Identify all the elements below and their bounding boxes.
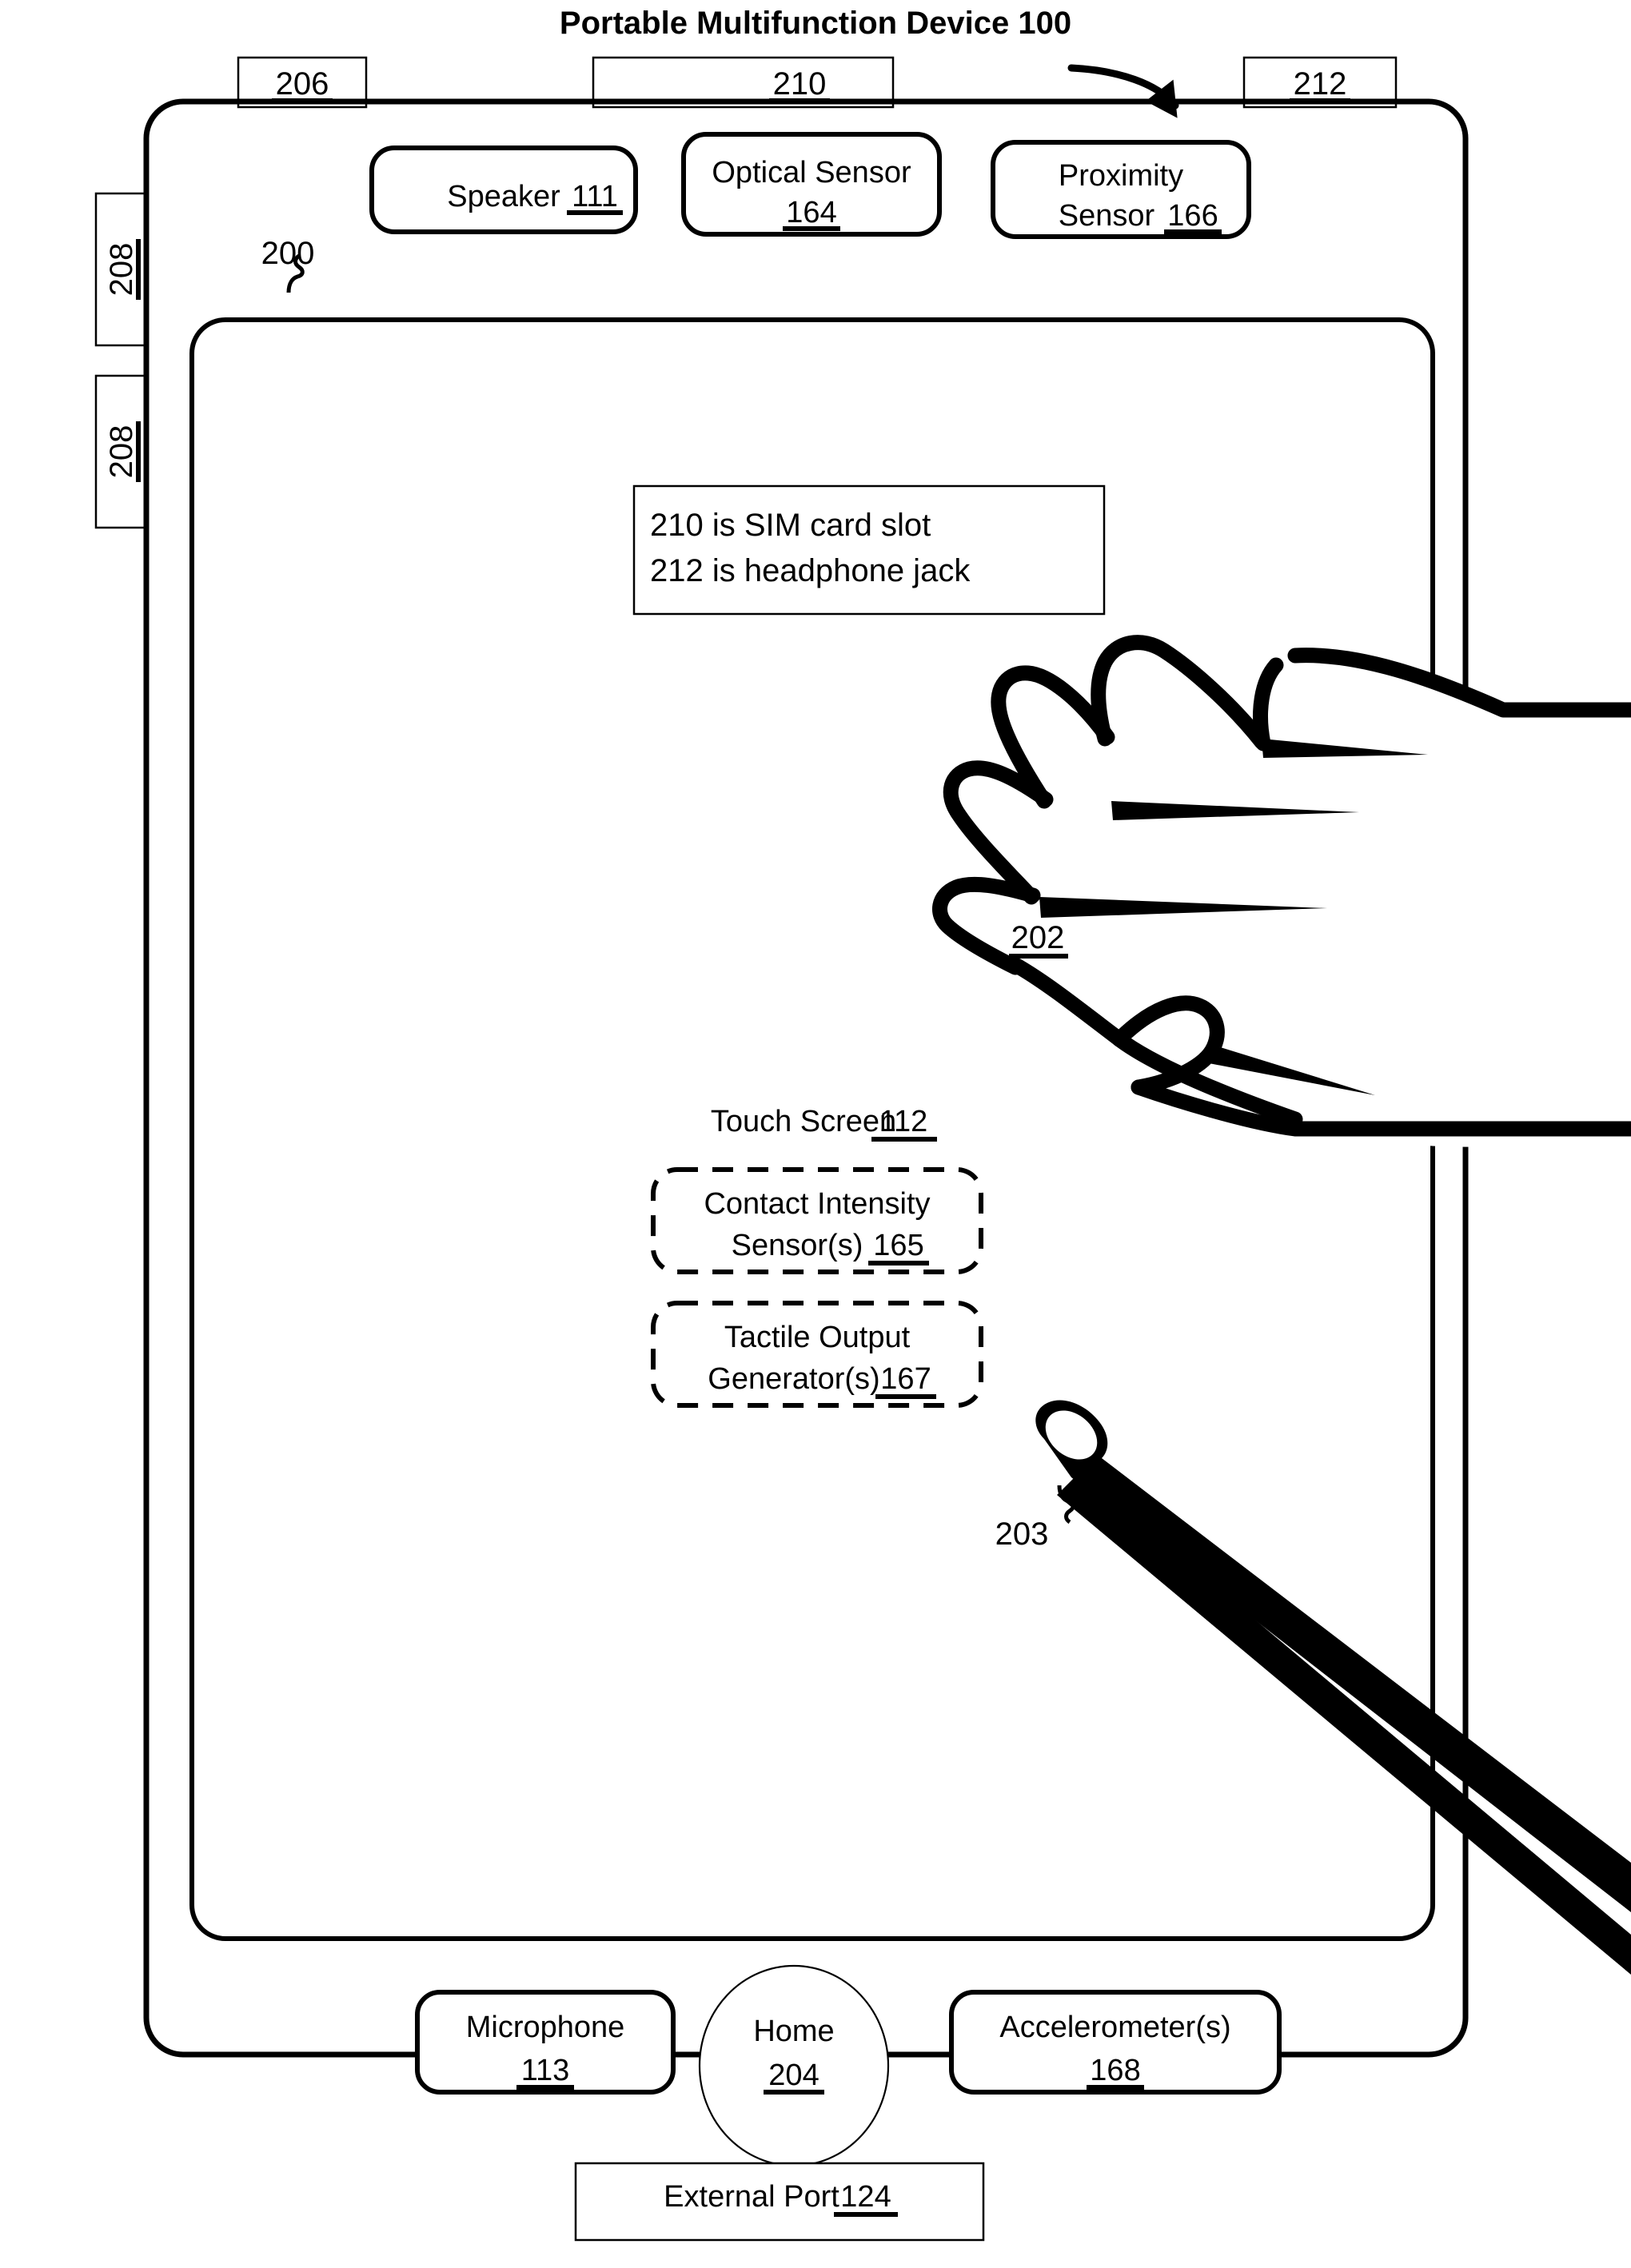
component-microphone-label: Microphone	[466, 2011, 625, 2044]
edge-ref-212-label: 212	[1294, 66, 1347, 102]
touch-screen-label-group: Touch Screen 112	[711, 1105, 937, 1142]
component-microphone[interactable]: Microphone 113	[415, 1990, 676, 2095]
component-microphone-ref: 113	[521, 2054, 570, 2087]
component-speaker-label: Speaker	[447, 180, 560, 213]
module-contact-intensity-sensor[interactable]: Contact Intensity Sensor(s) 165	[651, 1167, 983, 1274]
edge-ref-208-upper: 208	[94, 192, 150, 347]
module-tactile-output-ref: 167	[880, 1362, 931, 1396]
component-speaker-ref: 111	[572, 180, 618, 213]
edge-ref-208-lower-label: 208	[104, 425, 139, 479]
module-tactile-output-generator[interactable]: Tactile Output Generator(s) 167	[651, 1301, 983, 1408]
component-proximity-sensor-label2: Sensor	[1059, 199, 1155, 233]
component-proximity-sensor[interactable]: Proximity Sensor 166	[991, 140, 1251, 239]
component-optical-sensor-ref: 164	[786, 196, 836, 229]
stylus-ref-label: 203	[995, 1517, 1049, 1552]
note-line-2: 212 is headphone jack	[650, 553, 971, 588]
edge-ref-206-label: 206	[276, 66, 329, 102]
note-box: 210 is SIM card slot 212 is headphone ja…	[632, 484, 1106, 616]
finger-ref-label: 202	[1011, 920, 1065, 955]
component-home-button-label: Home	[753, 2015, 834, 2048]
edge-ref-208-upper-label: 208	[104, 243, 139, 297]
component-home-button[interactable]: Home 204	[698, 1964, 890, 2167]
component-proximity-sensor-ref: 166	[1167, 199, 1218, 233]
component-accelerometer-label: Accelerometer(s)	[999, 2011, 1230, 2044]
module-tactile-output-line2: Generator(s)	[708, 1362, 879, 1396]
device-ref-label: 200	[261, 236, 315, 271]
module-contact-intensity-ref: 165	[873, 1229, 923, 1262]
component-accelerometer[interactable]: Accelerometer(s) 168	[949, 1990, 1282, 2095]
touch-screen-ref: 112	[879, 1105, 928, 1138]
figure-title: Portable Multifunction Device 100	[560, 6, 1071, 41]
component-proximity-sensor-label: Proximity	[1059, 159, 1183, 193]
module-tactile-output-line1: Tactile Output	[724, 1321, 911, 1354]
edge-ref-208-lower: 208	[94, 374, 150, 529]
note-line-1: 210 is SIM card slot	[650, 508, 931, 543]
external-port[interactable]: External Port 124	[574, 2162, 985, 2242]
component-home-button-ref: 204	[768, 2059, 819, 2092]
external-port-ref: 124	[840, 2180, 891, 2214]
edge-ref-210-label: 210	[773, 66, 827, 102]
component-optical-sensor[interactable]: Optical Sensor 164	[681, 132, 942, 237]
external-port-label: External Port	[664, 2180, 839, 2214]
patent-figure: Portable Multifunction Device 100 206 21…	[0, 0, 1631, 2268]
component-optical-sensor-label: Optical Sensor	[712, 156, 911, 189]
module-contact-intensity-line2: Sensor(s)	[732, 1229, 863, 1262]
module-contact-intensity-line1: Contact Intensity	[704, 1187, 930, 1221]
component-accelerometer-ref: 168	[1090, 2054, 1140, 2087]
component-speaker[interactable]: Speaker 111	[369, 145, 638, 234]
touch-screen-label: Touch Screen	[711, 1105, 896, 1138]
